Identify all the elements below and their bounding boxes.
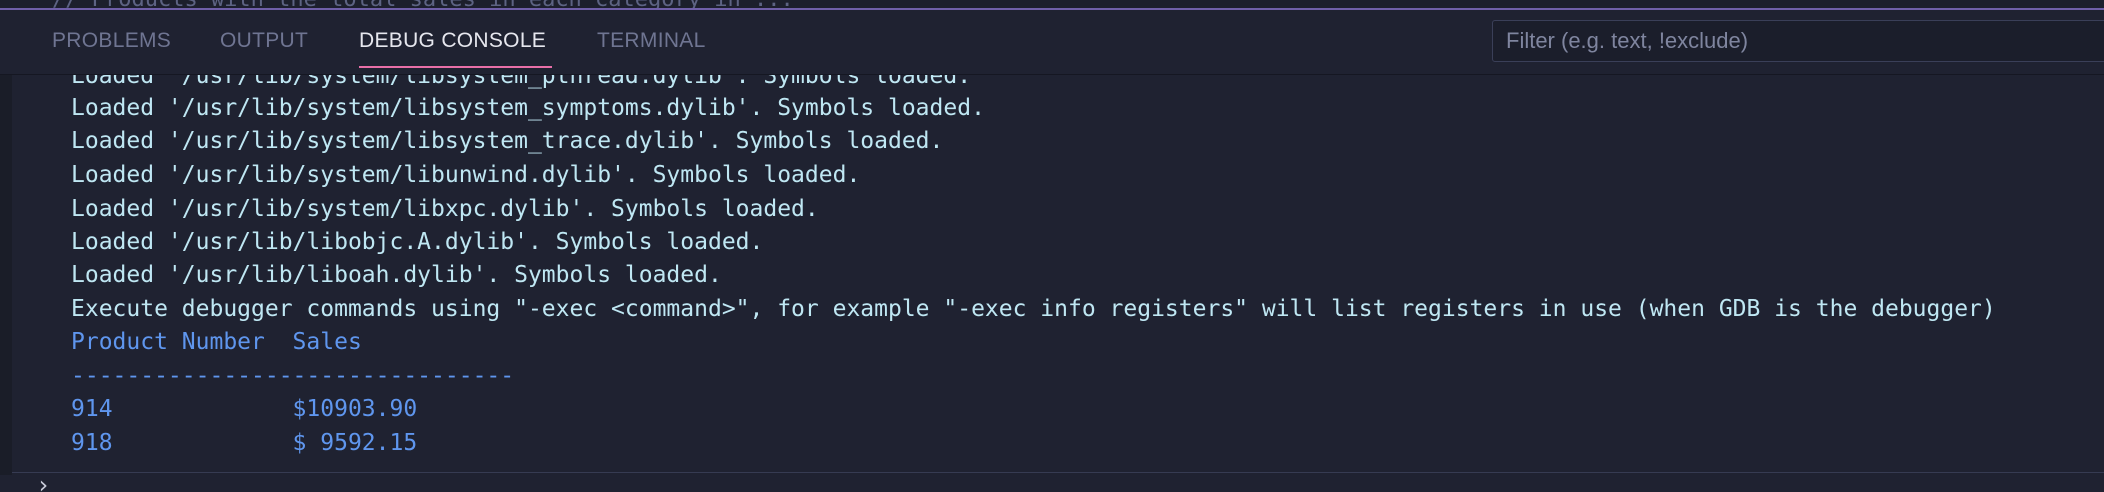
console-line: Loaded '/usr/lib/system/libsystem_trace.… [71, 128, 944, 154]
tab-output[interactable]: OUTPUT [220, 29, 308, 53]
panel-tab-bar: PROBLEMS OUTPUT DEBUG CONSOLE TERMINAL [0, 10, 2104, 75]
console-line: Loaded '/usr/lib/system/libsystem_sympto… [71, 95, 985, 121]
tab-problems[interactable]: PROBLEMS [52, 29, 171, 53]
panel-gutter [0, 75, 12, 475]
program-output-separator: -------------------------------- [71, 363, 515, 389]
vscode-panel-window: // Products with the total sales in each… [0, 0, 2104, 492]
console-line: Loaded '/usr/lib/libobjc.A.dylib'. Symbo… [71, 229, 764, 255]
console-line: Execute debugger commands using "-exec <… [71, 296, 1996, 322]
repl-input-area[interactable]: › [12, 473, 2104, 492]
tab-terminal[interactable]: TERMINAL [597, 29, 706, 53]
chevron-right-icon: › [36, 471, 51, 492]
program-output-header: Product Number Sales [71, 329, 362, 355]
active-tab-indicator [359, 66, 552, 68]
debug-console-output[interactable]: Loaded '/usr/lib/system/libsystem_pthrea… [12, 75, 2104, 472]
console-line: Loaded '/usr/lib/system/libxpc.dylib'. S… [71, 196, 819, 222]
editor-peek-text: // Products with the total sales in each… [52, 0, 794, 8]
console-line: Loaded '/usr/lib/system/libsystem_pthrea… [71, 75, 972, 89]
filter-input[interactable] [1492, 20, 2104, 62]
editor-peek: // Products with the total sales in each… [0, 0, 2104, 8]
tab-debug-console[interactable]: DEBUG CONSOLE [359, 29, 546, 53]
program-output-row: 918 $ 9592.15 [71, 430, 418, 456]
console-line: Loaded '/usr/lib/system/libunwind.dylib'… [71, 162, 861, 188]
console-line: Loaded '/usr/lib/liboah.dylib'. Symbols … [71, 262, 722, 288]
program-output-row: 914 $10903.90 [71, 396, 418, 422]
